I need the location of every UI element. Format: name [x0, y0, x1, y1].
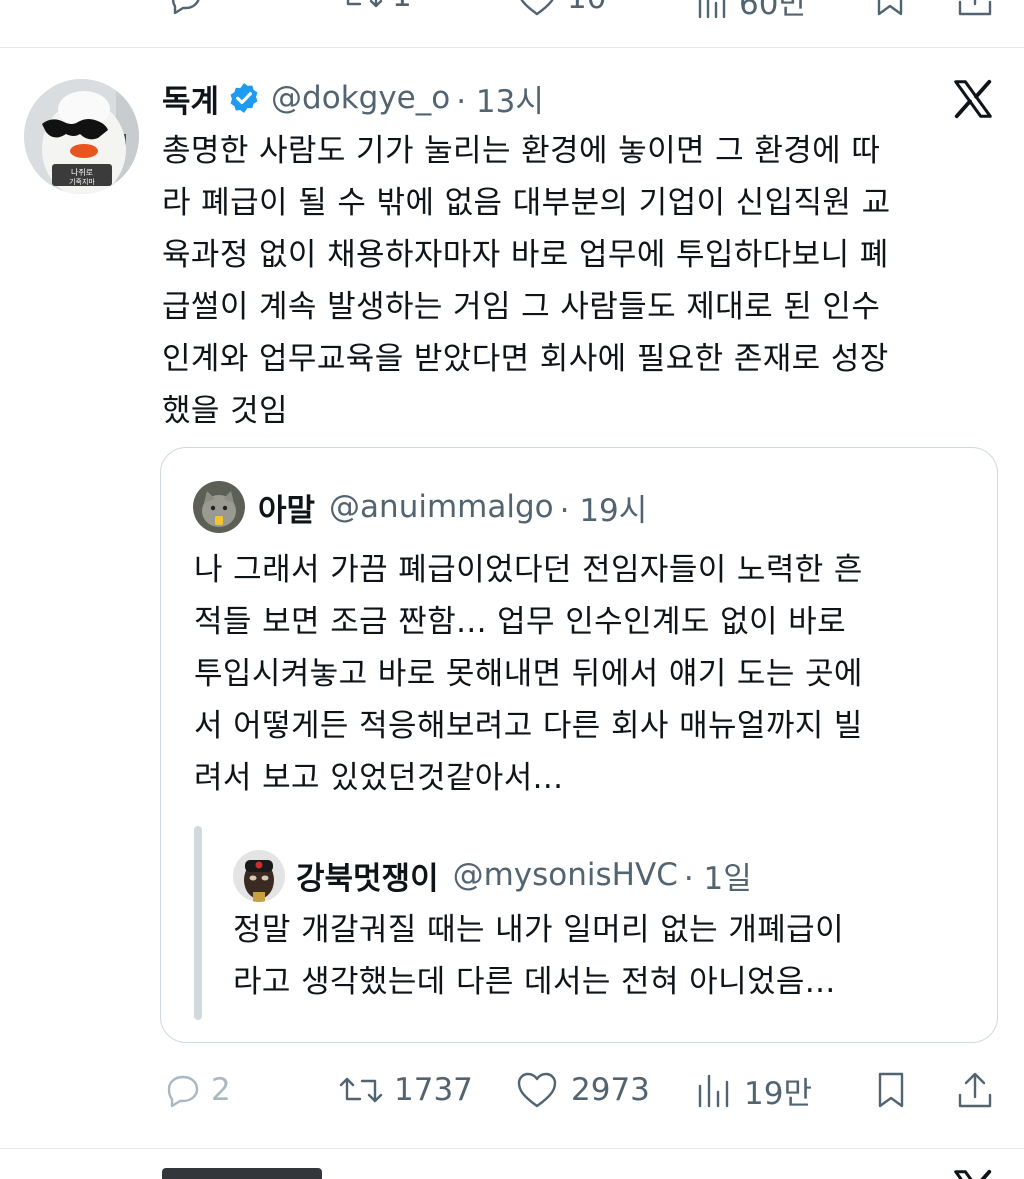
quoted-avatar[interactable]	[193, 481, 245, 533]
reply-count: 2	[211, 1072, 231, 1108]
person-avatar-image	[233, 850, 285, 902]
quoted-text-line: 서 어떻게든 적응해보려고 다른 회사 매뉴얼까지 빌	[194, 708, 863, 744]
svg-text:나쥐로: 나쥐로	[71, 167, 93, 177]
share-icon	[958, 0, 992, 16]
cat-avatar-image	[193, 481, 245, 533]
prev-like-count: 10	[567, 0, 606, 16]
quoted-author-handle[interactable]: @anuimmalgo	[329, 489, 554, 525]
retweet-button[interactable]: 1737	[338, 1069, 473, 1111]
main-author-name[interactable]: 독계	[162, 76, 219, 121]
next-tweet-header-fragment	[162, 1168, 342, 1179]
prev-bookmark-button[interactable]	[872, 0, 908, 18]
nested-author-handle[interactable]: @mysonisHVC	[453, 857, 678, 893]
reply-button[interactable]: 2	[163, 1069, 231, 1111]
prev-views-count: 60만	[739, 0, 807, 22]
prev-share-button[interactable]	[955, 0, 995, 18]
nested-avatar[interactable]	[233, 850, 285, 902]
quoted-text-line: 적들 보면 조금 짠함... 업무 인수인계도 없이 바로	[194, 604, 847, 640]
prev-views-button[interactable]: 60만	[695, 0, 807, 23]
main-text-line: 급썰이 계속 발생하는 거임 그 사람들도 제대로 된 인수	[162, 289, 881, 325]
views-button[interactable]: 19만	[694, 1069, 812, 1112]
main-tweet-time[interactable]: · 13시	[456, 76, 544, 121]
views-count: 19만	[744, 1075, 812, 1112]
quoted-tweet-time[interactable]: · 19시	[560, 485, 648, 530]
views-icon	[698, 0, 726, 18]
reply-icon	[167, 1075, 199, 1108]
retweet-count: 1737	[394, 1072, 473, 1108]
svg-text:기죽지마: 기죽지마	[69, 177, 95, 186]
bookmark-icon	[877, 0, 903, 16]
bookmark-button[interactable]	[872, 1069, 910, 1111]
quoted-text-line: 투입시켜놓고 바로 못해내면 뒤에서 얘기 도는 곳에	[194, 656, 863, 692]
quoted-author-name[interactable]: 아말	[258, 485, 315, 530]
divider-bottom	[0, 1148, 1024, 1149]
nested-tweet-time[interactable]: · 1일	[684, 853, 752, 898]
nested-quote-bar	[194, 826, 202, 1020]
divider-top	[0, 47, 1024, 48]
bookmark-icon	[878, 1072, 904, 1108]
quoted-text-line: 려서 보고 있었던것같아서...	[194, 760, 564, 796]
nested-text-line: 정말 개갈궈질 때는 내가 일머리 없는 개폐급이	[233, 912, 845, 948]
x-logo[interactable]	[950, 76, 996, 126]
main-text-line: 라 폐급이 될 수 밖에 없음 대부분의 기업이 신입직원 교	[162, 185, 891, 221]
nested-author-name[interactable]: 강북멋쟁이	[296, 853, 439, 898]
duck-avatar-image: 나쥐로 기죽지마	[24, 79, 139, 194]
nested-text-line: 라고 생각했는데 다른 데서는 전혀 아니었음...	[233, 964, 836, 1000]
main-text-line: 했을 것임	[162, 393, 288, 429]
main-text-line: 총명한 사람도 기가 눌리는 환경에 놓이면 그 환경에 따	[162, 133, 881, 169]
reply-icon	[171, 0, 200, 14]
main-tweet-header: 독계 @dokgye_o · 13시	[162, 76, 544, 120]
heart-icon	[520, 0, 554, 16]
share-icon	[958, 1072, 992, 1108]
x-logo-icon	[954, 79, 992, 119]
next-x-logo-fragment	[950, 1166, 996, 1179]
main-avatar[interactable]: 나쥐로 기죽지마	[24, 79, 139, 194]
quoted-tweet-header: 아말 @anuimmalgo · 19시	[258, 485, 648, 530]
retweet-icon	[346, 0, 383, 8]
retweet-icon	[339, 1077, 383, 1103]
quoted-text-line: 나 그래서 가끔 폐급이었다던 전임자들이 노력한 흔	[194, 552, 863, 588]
prev-retweet-button[interactable]: 1	[340, 0, 412, 14]
main-author-handle[interactable]: @dokgye_o	[271, 80, 450, 116]
quoted-tweet-text: 나 그래서 가끔 폐급이었다던 전임자들이 노력한 흔 적들 보면 조금 짠함.…	[194, 544, 984, 804]
nested-tweet-text: 정말 개갈궈질 때는 내가 일머리 없는 개폐급이 라고 생각했는데 다른 데서…	[233, 904, 973, 1008]
share-button[interactable]	[955, 1069, 995, 1111]
heart-icon	[517, 1072, 557, 1108]
x-logo-icon	[954, 1169, 992, 1179]
views-icon	[698, 1074, 729, 1108]
main-text-line: 인계와 업무교육을 받았다면 회사에 필요한 존재로 성장	[162, 341, 889, 377]
prev-retweet-count: 1	[392, 0, 412, 14]
prev-reply-button[interactable]	[165, 0, 205, 14]
next-tweet-name-fragment	[162, 1168, 322, 1179]
main-text-line: 육과정 없이 채용하자마자 바로 업무에 투입하다보니 폐	[162, 237, 889, 273]
like-count: 2973	[571, 1072, 650, 1108]
verified-badge-icon	[230, 83, 258, 113]
prev-like-button[interactable]: 10	[515, 0, 606, 18]
like-button[interactable]: 2973	[515, 1069, 650, 1111]
nested-tweet-header: 강북멋쟁이 @mysonisHVC · 1일	[296, 853, 752, 898]
main-tweet-text: 총명한 사람도 기가 눌리는 환경에 놓이면 그 환경에 따 라 폐급이 될 수…	[162, 125, 1012, 437]
